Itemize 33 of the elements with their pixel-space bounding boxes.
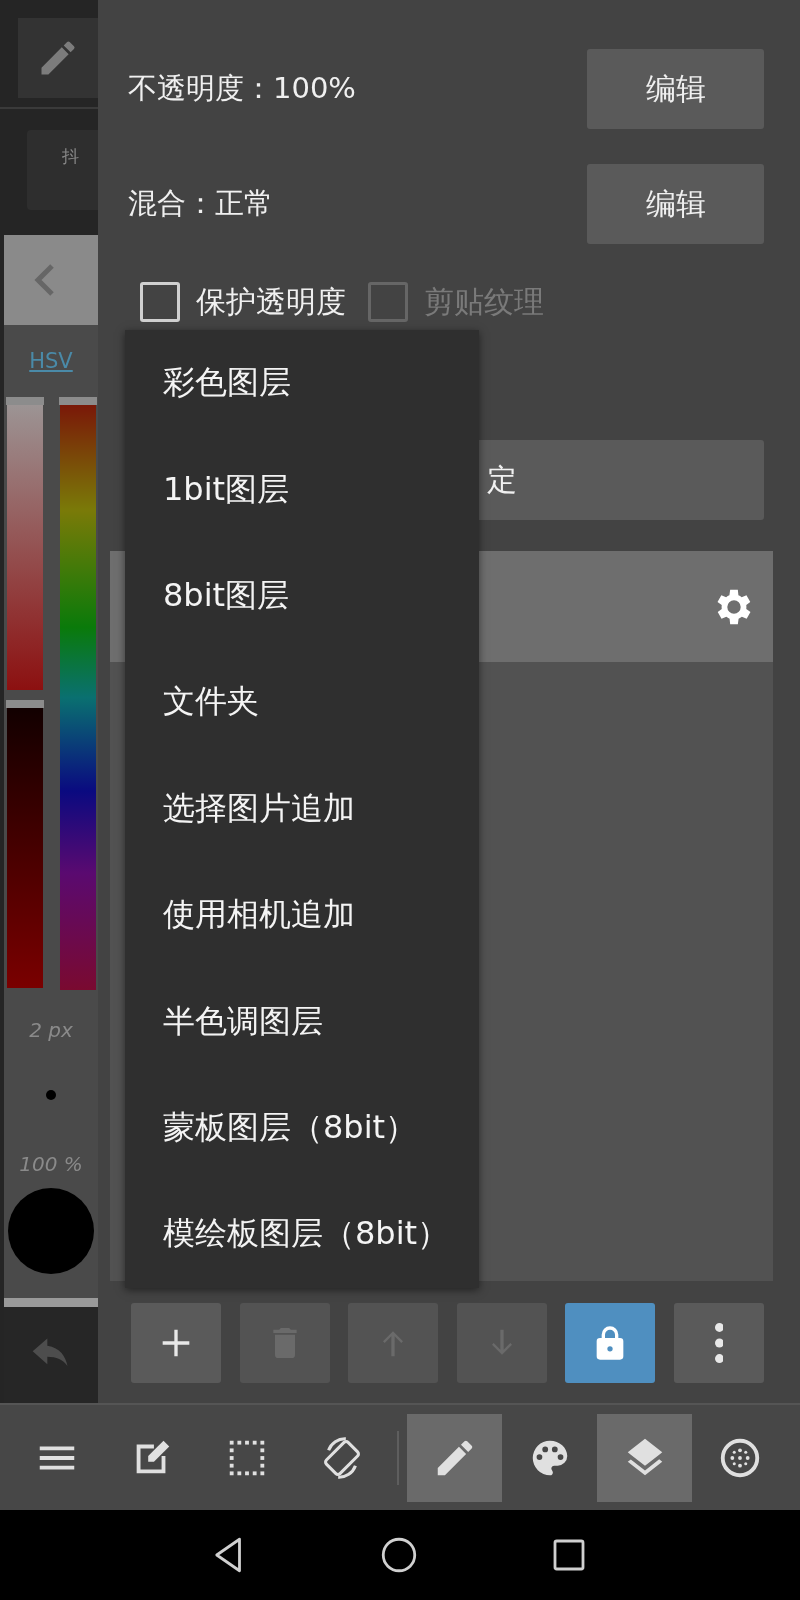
opacity-label: 不透明度：100% — [128, 70, 356, 107]
value-slider[interactable] — [5, 700, 44, 988]
menu-item[interactable]: 彩色图层 — [125, 330, 479, 437]
menu-item[interactable]: 文件夹 — [125, 649, 479, 756]
menu-item[interactable]: 1bit图层 — [125, 436, 479, 543]
saturation-slider[interactable] — [5, 397, 44, 690]
slider-thumb[interactable] — [5, 397, 44, 405]
brush-size-dot — [46, 1090, 56, 1100]
menu-item[interactable]: 半色调图层 — [125, 968, 479, 1075]
menu-item[interactable]: 使用相机追加 — [125, 861, 479, 969]
color-panel-handle[interactable] — [4, 1298, 98, 1307]
add-layer-button[interactable] — [131, 1303, 221, 1383]
pen-tool-button[interactable] — [18, 18, 98, 98]
slider-thumb[interactable] — [58, 397, 97, 405]
lock-layer-button[interactable] — [565, 1303, 656, 1383]
edit-button[interactable]: 编辑 — [587, 164, 764, 244]
edit-button[interactable]: 编辑 — [587, 49, 764, 129]
hue-slider[interactable] — [58, 397, 97, 990]
menu-item[interactable]: 模绘板图层（8bit） — [125, 1181, 479, 1288]
pen-tool-button[interactable] — [407, 1413, 502, 1502]
stabilizer-button[interactable]: 抖 — [27, 130, 98, 210]
menu-item[interactable]: 8bit图层 — [125, 542, 479, 650]
checkbox[interactable] — [140, 282, 180, 322]
layers-tool-button[interactable] — [597, 1413, 692, 1502]
blend-mode-label: 混合：正常 — [128, 185, 273, 222]
more-layer-button[interactable] — [673, 1303, 764, 1383]
more-icon — [714, 1323, 724, 1363]
brush-size-label: 2 px — [29, 1018, 73, 1042]
menu-item[interactable]: 蒙板图层（8bit） — [125, 1074, 479, 1182]
slider-thumb[interactable] — [5, 700, 44, 708]
brush-opacity-label: 100 % — [19, 1152, 83, 1176]
checkbox-label: 保护透明度 — [196, 282, 346, 321]
menu-item[interactable]: 选择图片追加 — [125, 755, 479, 862]
